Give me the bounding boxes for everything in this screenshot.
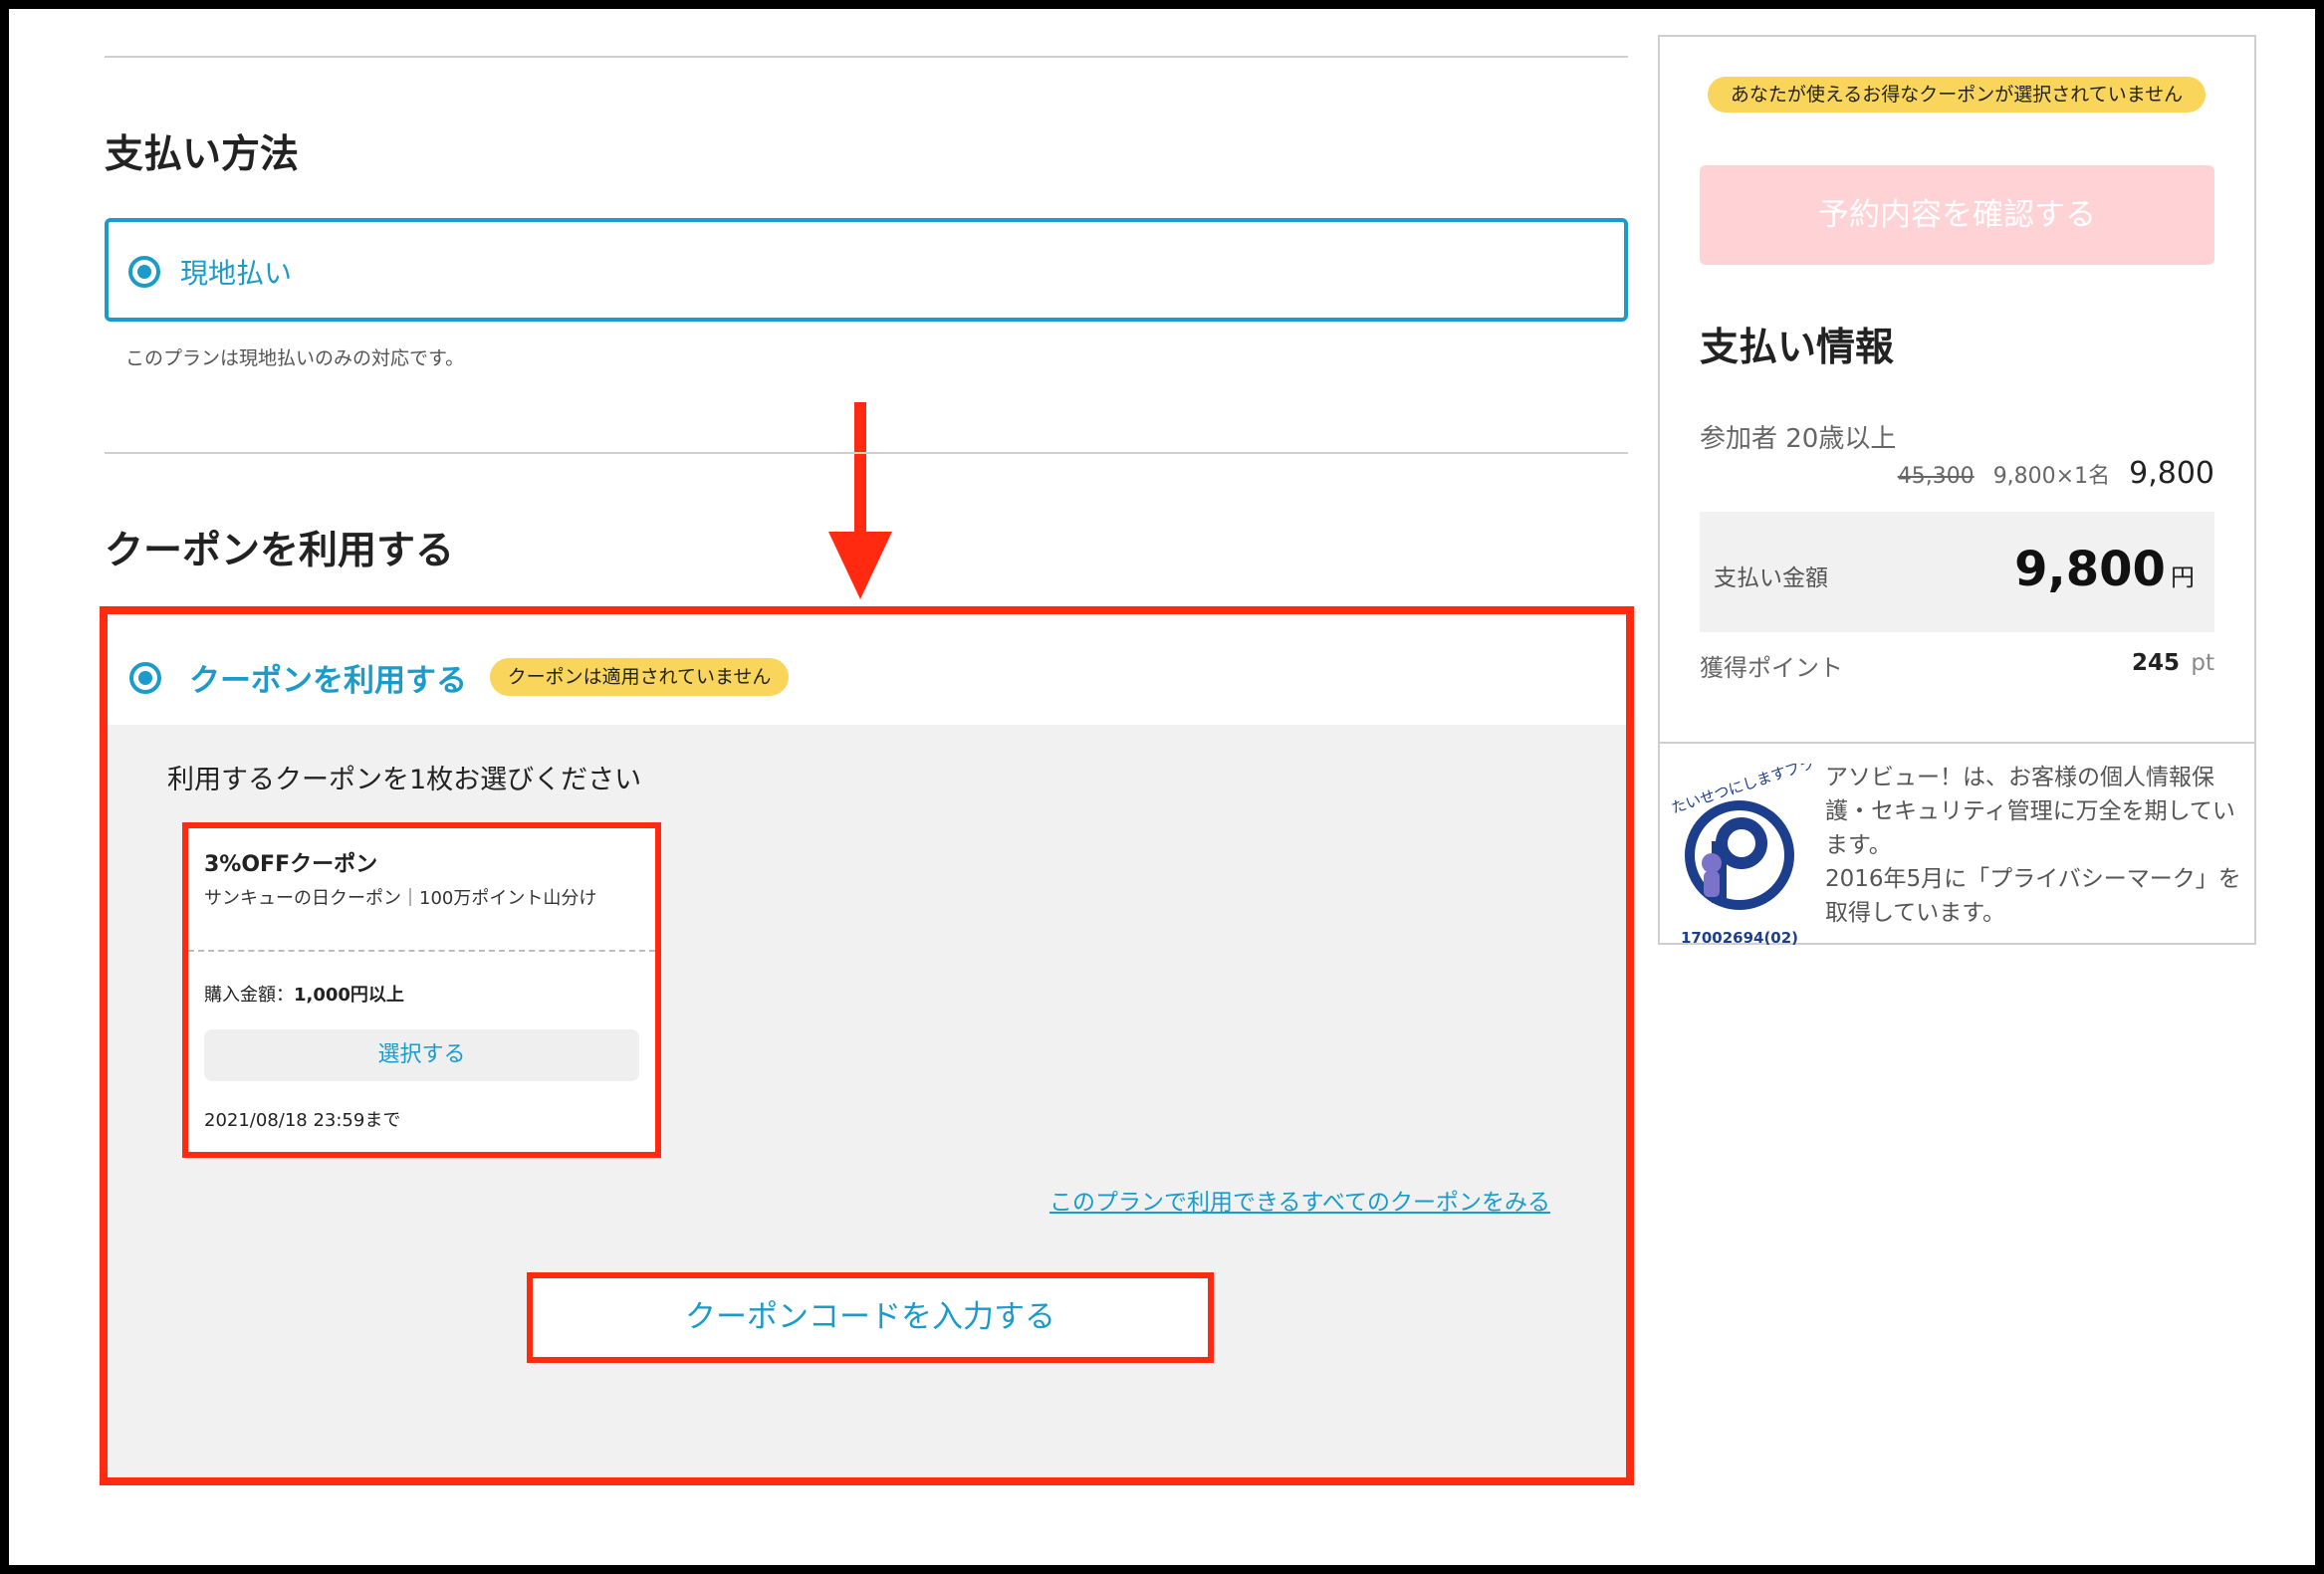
payment-option-label: 現地払い <box>180 257 293 290</box>
radio-selected-icon[interactable] <box>129 662 161 694</box>
total-amount: 9,800 円 <box>2014 542 2195 597</box>
privacy-text-2: 2016年5月に「プライバシーマーク」を取得しています。 <box>1825 866 2241 926</box>
line-total: 9,800 <box>2129 456 2214 491</box>
sidebar-divider <box>1660 742 2254 744</box>
total-value: 9,800 <box>2014 542 2166 597</box>
coupon-card-expiry: 2021/08/18 23:59まで <box>204 1110 401 1131</box>
coupon-not-selected-notice: あなたが使えるお得なクーポンが選択されていません <box>1708 77 2206 112</box>
coupon-card-subtitle: サンキューの日クーポン｜100万ポイント山分け <box>204 888 597 909</box>
unit-calc: 9,800×1名 <box>1992 464 2111 489</box>
points-unit: pt <box>2191 650 2214 676</box>
coupon-section-title: クーポンを利用する <box>105 529 455 573</box>
total-amount-box: 支払い金額 9,800 円 <box>1700 512 2214 632</box>
coupon-condition-label: 購入金額： <box>204 985 294 1006</box>
price-breakdown: 45,300 9,800×1名 9,800 <box>1898 456 2214 491</box>
view-all-coupons-link[interactable]: このプランで利用できるすべてのクーポンをみる <box>1049 1183 1550 1217</box>
coupon-card-divider <box>188 950 655 952</box>
privacy-mark-icon: たいせつにしますプライバシー 17002694(02) <box>1669 764 1817 947</box>
coupon-card: 3%OFFクーポン サンキューの日クーポン｜100万ポイント山分け 購入金額：1… <box>182 822 661 1158</box>
payment-info-title: 支払い情報 <box>1700 326 1895 370</box>
points-value: 245 <box>2132 650 2181 676</box>
page-canvas: 支払い方法 現地払い このプランは現地払いのみの対応です。 クーポンを利用する … <box>9 9 2315 1565</box>
arrow-down-icon <box>828 402 892 599</box>
divider-top <box>105 56 1628 58</box>
points-amount: 245 pt <box>2132 650 2214 676</box>
coupon-instruction: 利用するクーポンを1枚お選びください <box>167 765 642 795</box>
coupon-code-button-highlight: クーポンコードを入力する <box>527 1272 1214 1363</box>
points-label: 獲得ポイント <box>1700 654 1843 682</box>
coupon-select-button[interactable]: 選択する <box>204 1029 639 1081</box>
coupon-card-condition: 購入金額：1,000円以上 <box>204 981 404 1007</box>
coupon-status-badge: クーポンは適用されていません <box>490 658 789 696</box>
total-label: 支払い金額 <box>1714 565 1828 591</box>
coupon-highlight-box: クーポンを利用する クーポンは適用されていません 利用するクーポンを1枚お選びく… <box>100 606 1634 1485</box>
privacy-description: アソビュー！は、お客様の個人情報保護・セキュリティ管理に万全を期しています。 2… <box>1825 761 2241 930</box>
confirm-reservation-button[interactable]: 予約内容を確認する <box>1700 165 2214 265</box>
divider-middle <box>105 452 1628 454</box>
privacy-text-1: アソビュー！は、お客様の個人情報保護・セキュリティ管理に万全を期しています。 <box>1825 765 2235 858</box>
total-unit: 円 <box>2171 563 2195 591</box>
coupon-option-label: クーポンを利用する <box>189 663 467 699</box>
payment-summary-sidebar: あなたが使えるお得なクーポンが選択されていません 予約内容を確認する 支払い情報… <box>1658 35 2256 947</box>
enter-coupon-code-button[interactable]: クーポンコードを入力する <box>533 1278 1208 1357</box>
participant-label: 参加者 20歳以上 <box>1700 424 1897 454</box>
coupon-card-title: 3%OFFクーポン <box>204 852 378 877</box>
coupon-condition-value: 1,000円以上 <box>294 985 404 1006</box>
coupon-option-header[interactable]: クーポンを利用する クーポンは適用されていません <box>108 614 1626 725</box>
payment-option-onsite[interactable]: 現地払い <box>105 218 1628 322</box>
payment-section-title: 支払い方法 <box>105 132 300 177</box>
privacy-mark-number: 17002694(02) <box>1681 929 1798 947</box>
payment-note: このプランは現地払いのみの対応です。 <box>125 347 465 369</box>
radio-selected-icon[interactable] <box>128 256 160 288</box>
original-price: 45,300 <box>1897 464 1975 489</box>
